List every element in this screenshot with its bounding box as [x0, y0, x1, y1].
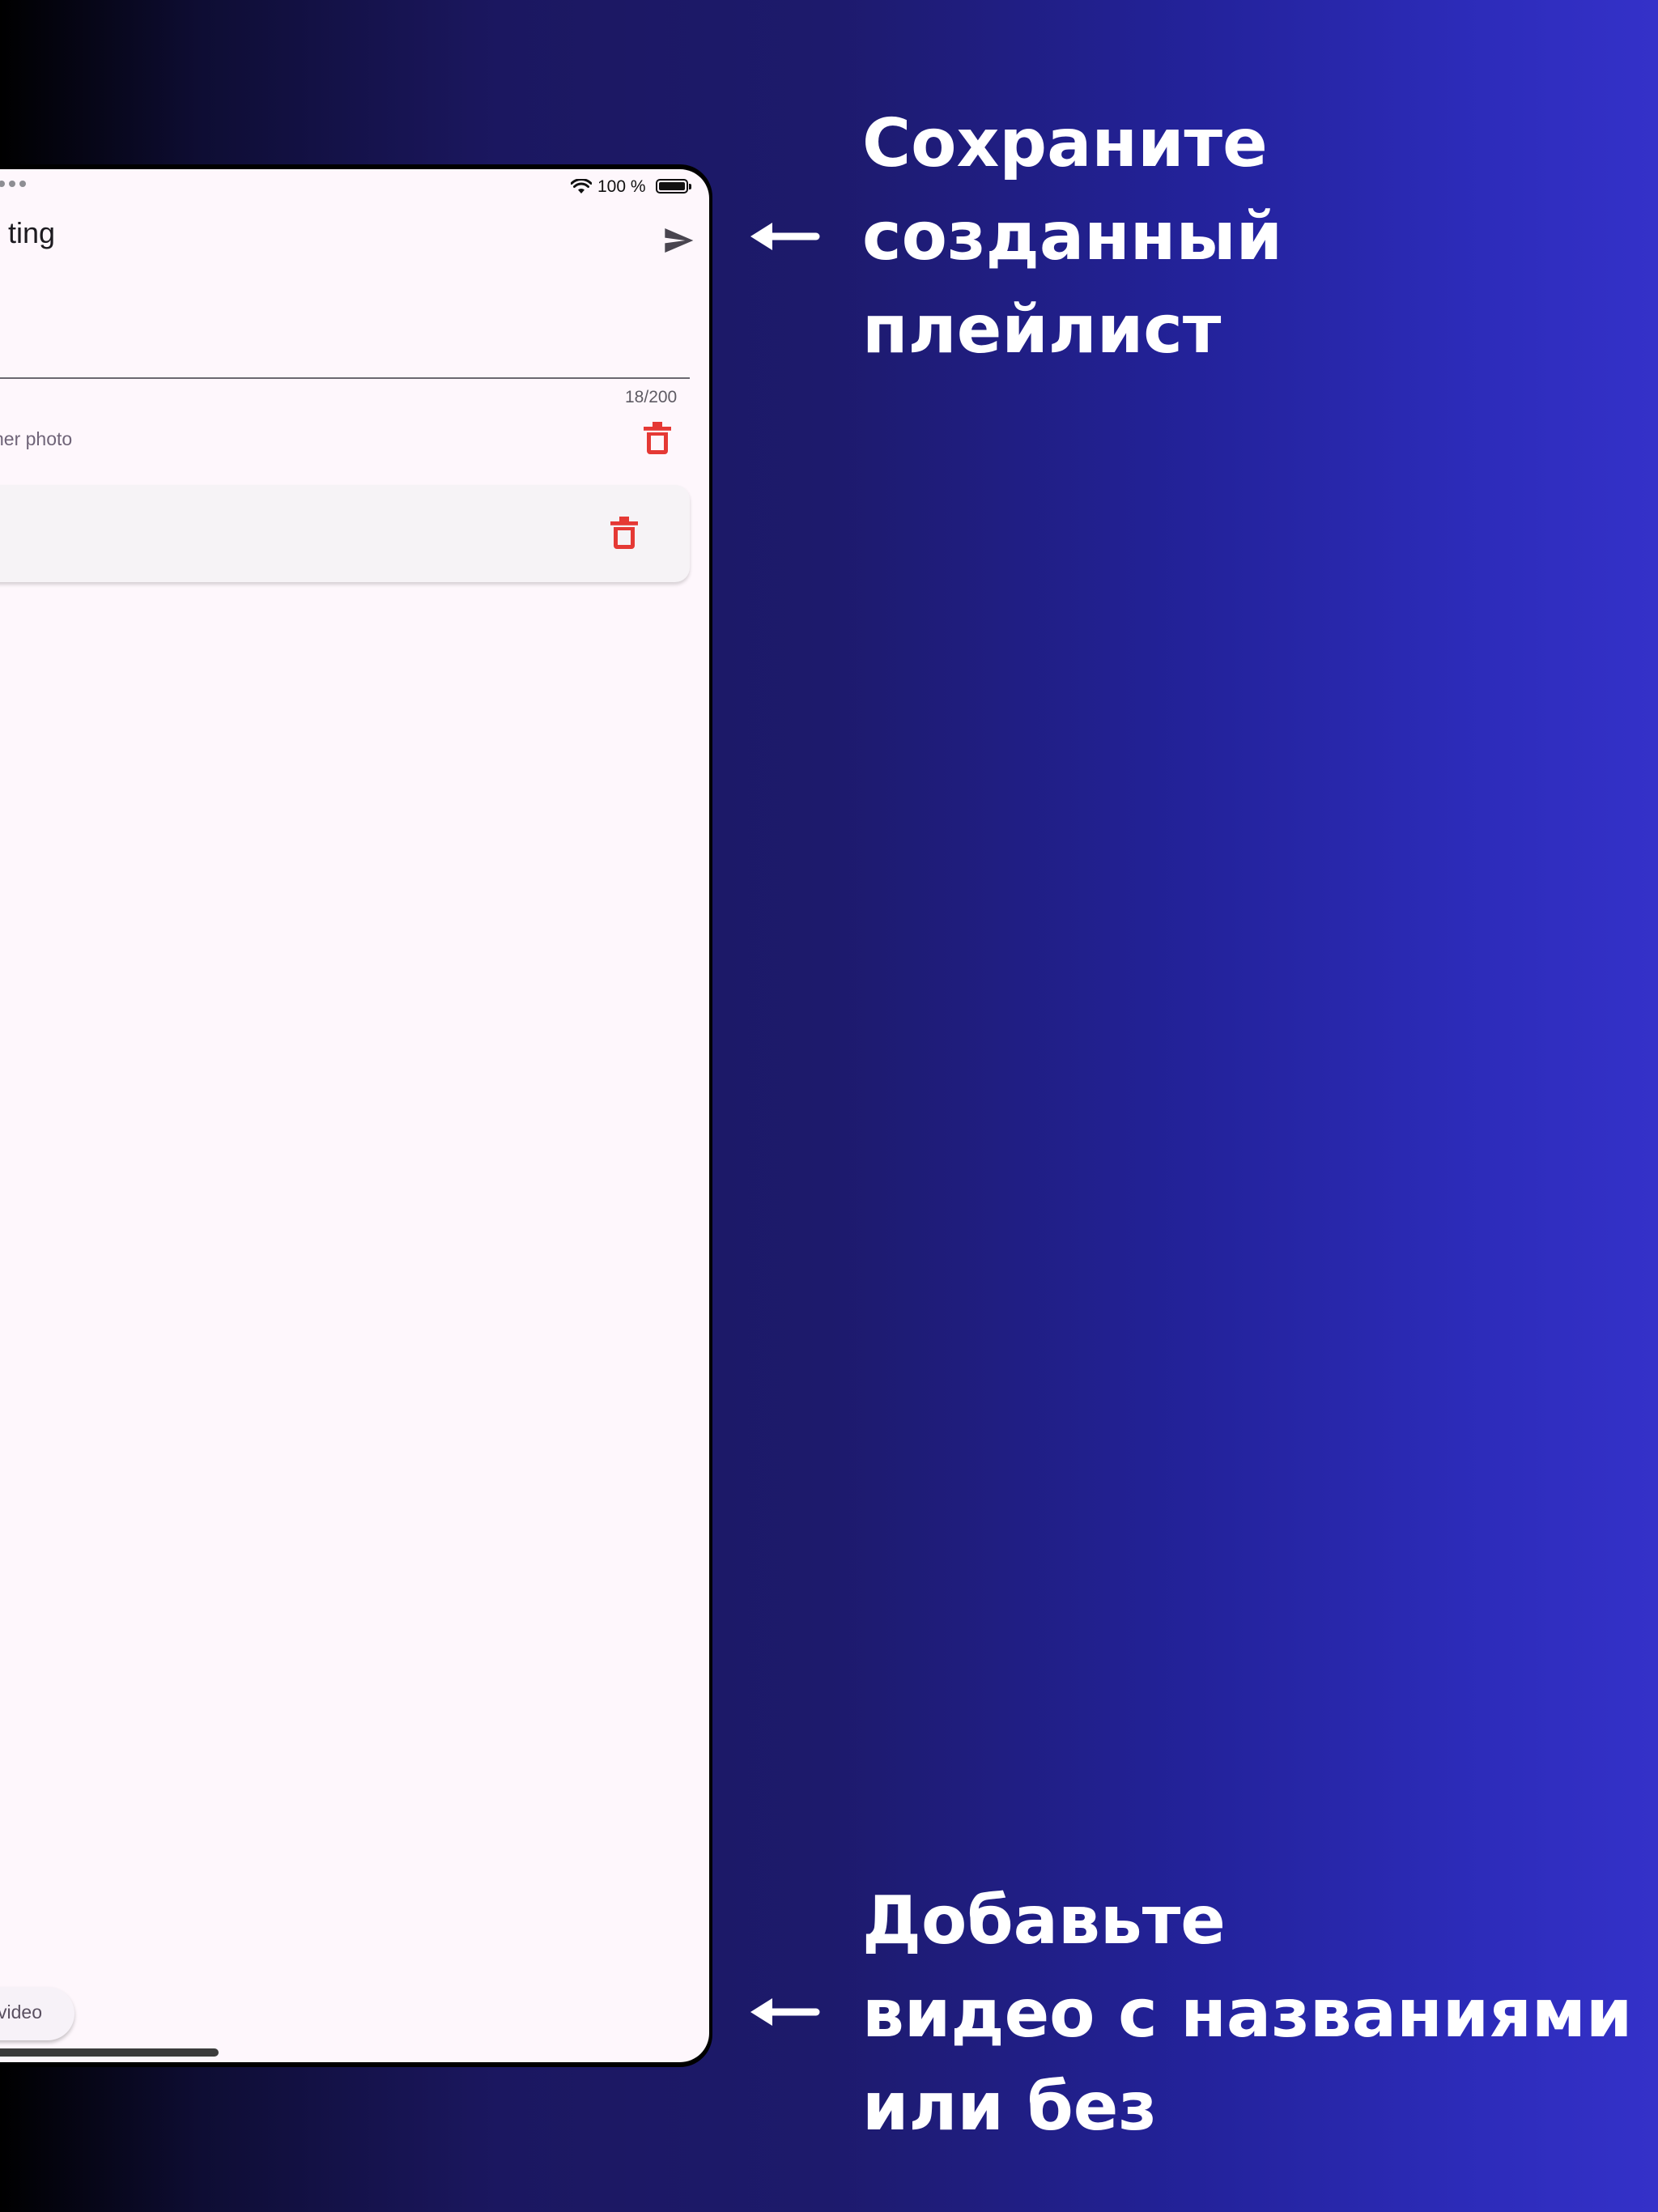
- caption-line: Добавьте: [862, 1882, 1226, 1959]
- status-bar: 100 %: [0, 169, 709, 205]
- page-title: ting: [7, 216, 55, 249]
- send-icon[interactable]: [662, 224, 695, 257]
- battery-icon: [656, 179, 691, 194]
- name-field-underline[interactable]: [0, 377, 690, 379]
- add-video-button[interactable]: video: [0, 1987, 74, 2040]
- delete-photo-icon[interactable]: [644, 422, 671, 454]
- wifi-icon: [571, 179, 592, 194]
- caption-line: видео с названиями: [862, 1976, 1633, 2052]
- character-counter: 18/200: [625, 388, 678, 406]
- arrow-left-icon: [750, 223, 820, 250]
- multitasking-dots-icon[interactable]: [0, 181, 26, 187]
- caption-line: Сохраните: [862, 105, 1268, 182]
- photo-button-label[interactable]: her photo: [0, 428, 72, 450]
- caption-line: созданный: [862, 198, 1283, 275]
- caption-line: плейлист: [862, 291, 1222, 368]
- delete-video-icon[interactable]: [610, 517, 638, 549]
- caption-line: или без: [862, 2069, 1158, 2146]
- tablet-frame: 100 % ting 18/200 her photo video: [0, 164, 712, 2067]
- save-playlist-caption: Сохраните созданный плейлист: [862, 97, 1282, 376]
- battery-percentage: 100 %: [597, 177, 646, 196]
- add-video-caption: Добавьте видео с названиями или без: [862, 1874, 1632, 2154]
- app-screen: 100 % ting 18/200 her photo video: [0, 169, 709, 2062]
- arrow-left-icon: [750, 1998, 820, 2026]
- video-item-card[interactable]: [0, 485, 690, 582]
- add-video-label: video: [0, 2001, 42, 2023]
- home-indicator[interactable]: [0, 2048, 219, 2057]
